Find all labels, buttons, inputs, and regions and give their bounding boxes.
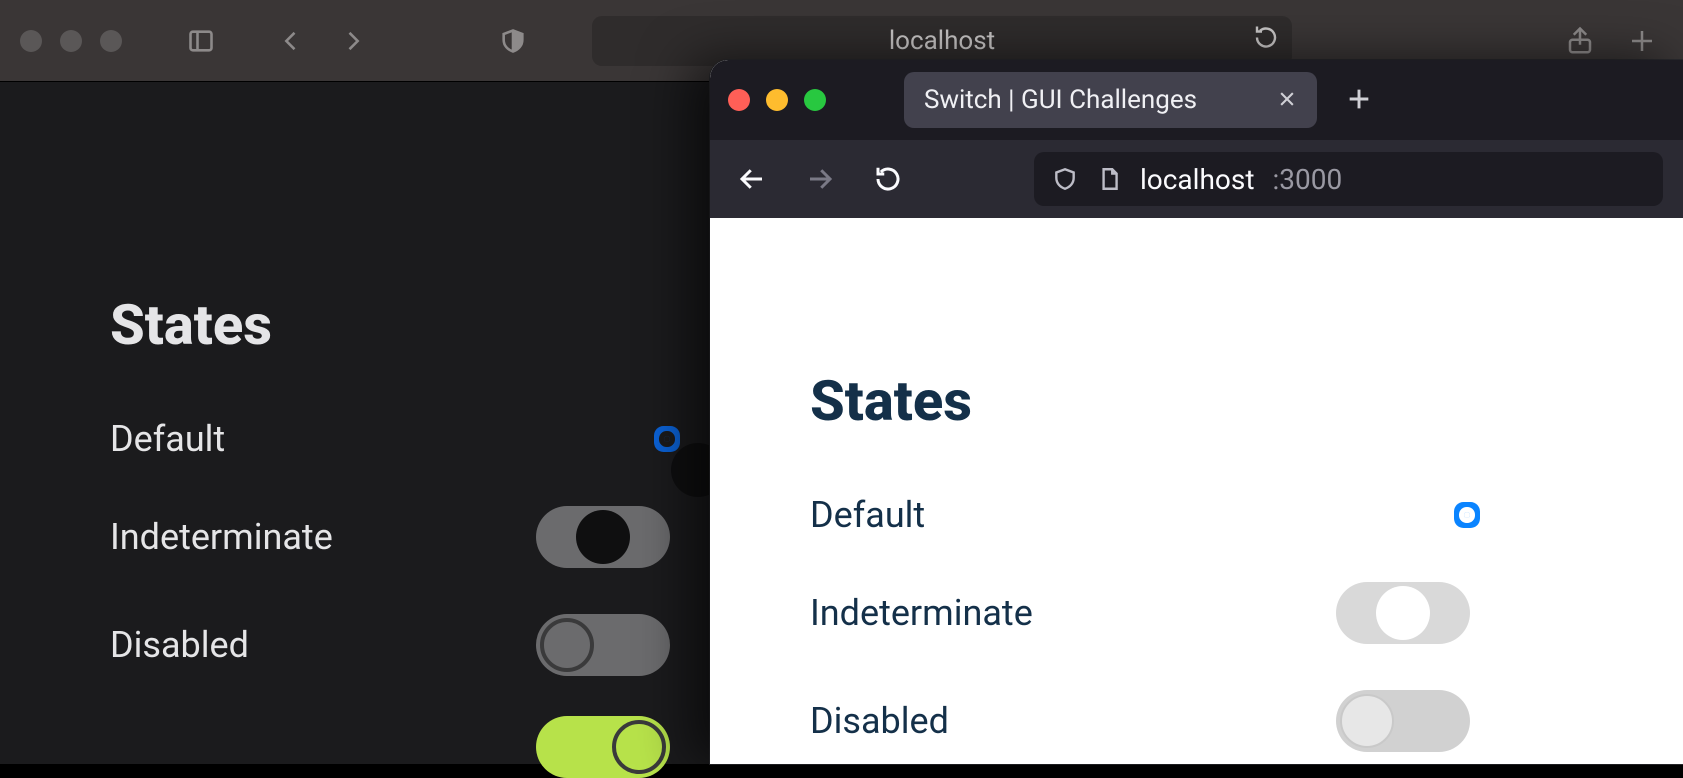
switch-thumb: [540, 618, 594, 672]
arrow-right-icon: [805, 164, 835, 194]
state-label: Disabled: [810, 700, 949, 742]
safari-newtab-button[interactable]: [1621, 20, 1663, 62]
safari-share-button[interactable]: [1559, 20, 1601, 62]
firefox-address-port: :3000: [1272, 163, 1342, 196]
close-icon: [1277, 89, 1297, 109]
state-row-default-dark: Default: [110, 418, 670, 460]
state-row-indeterminate-light: Indeterminate: [810, 582, 1470, 644]
safari-traffic-lights: [20, 30, 122, 52]
switch-disabled-dark: [536, 614, 670, 676]
safari-traffic-close[interactable]: [20, 30, 42, 52]
share-icon: [1565, 26, 1595, 56]
firefox-back-button[interactable]: [730, 157, 774, 201]
reload-icon: [1254, 25, 1278, 49]
safari-traffic-minimize[interactable]: [60, 30, 82, 52]
chevron-left-icon: [277, 27, 305, 55]
switch-thumb: [576, 510, 630, 564]
safari-traffic-zoom[interactable]: [100, 30, 122, 52]
safari-sidebar-button[interactable]: [180, 20, 222, 62]
firefox-tab-bar: Switch | GUI Challenges: [710, 60, 1683, 140]
state-row-indeterminate-dark: Indeterminate: [110, 506, 670, 568]
state-label: Default: [110, 418, 225, 460]
firefox-traffic-lights: [728, 89, 826, 111]
safari-address-bar[interactable]: localhost: [592, 16, 1292, 66]
switch-checked-dark: [536, 716, 670, 778]
state-row-default-light: Default: [810, 494, 1470, 536]
firefox-page-content: States Default Indeterminate Disabled: [710, 218, 1683, 764]
firefox-newtab-button[interactable]: [1345, 85, 1373, 116]
plus-icon: [1345, 85, 1373, 113]
safari-right-group: [1559, 20, 1663, 62]
safari-shield-button[interactable]: [492, 20, 534, 62]
arrow-left-icon: [737, 164, 767, 194]
switch-indeterminate-light[interactable]: [1336, 582, 1470, 644]
sidebar-icon: [187, 27, 215, 55]
firefox-address-bar[interactable]: localhost :3000: [1034, 152, 1663, 206]
firefox-traffic-zoom[interactable]: [804, 89, 826, 111]
safari-forward-button[interactable]: [332, 20, 374, 62]
chevron-right-icon: [339, 27, 367, 55]
firefox-tab-close-button[interactable]: [1277, 89, 1297, 112]
switch-thumb: [1340, 694, 1394, 748]
state-label: Default: [810, 494, 925, 536]
firefox-traffic-minimize[interactable]: [766, 89, 788, 111]
firefox-forward-button[interactable]: [798, 157, 842, 201]
firefox-reload-button[interactable]: [866, 157, 910, 201]
shield-half-icon: [499, 27, 527, 55]
firefox-window: Switch | GUI Challenges localhost :3000 S…: [710, 60, 1683, 764]
plus-icon: [1627, 26, 1657, 56]
firefox-address-host: localhost: [1140, 163, 1254, 196]
safari-reload-button[interactable]: [1254, 25, 1278, 56]
switch-disabled-light: [1336, 690, 1470, 752]
page-icon: [1096, 166, 1122, 192]
firefox-toolbar: localhost :3000: [710, 140, 1683, 218]
state-row-checked-dark: x: [110, 716, 670, 778]
safari-back-button[interactable]: [270, 20, 312, 62]
switch-focus-ring: [1464, 512, 1470, 518]
safari-nav-group: [270, 20, 374, 62]
safari-address-text: localhost: [889, 26, 995, 56]
firefox-tab-title: Switch | GUI Challenges: [924, 85, 1197, 115]
switch-thumb: [612, 720, 666, 774]
switch-indeterminate-dark[interactable]: [536, 506, 670, 568]
state-row-disabled-dark: Disabled: [110, 614, 670, 676]
switch-focus-ring: [664, 436, 670, 442]
shield-outline-icon: [1052, 166, 1078, 192]
reload-icon: [873, 164, 903, 194]
state-label: Indeterminate: [810, 592, 1033, 634]
states-heading-light: States: [810, 368, 1683, 434]
firefox-tab[interactable]: Switch | GUI Challenges: [904, 72, 1317, 128]
firefox-traffic-close[interactable]: [728, 89, 750, 111]
state-label: Indeterminate: [110, 516, 333, 558]
state-label: Disabled: [110, 624, 249, 666]
switch-thumb: [1471, 519, 1525, 573]
switch-thumb: [1376, 586, 1430, 640]
state-row-disabled-light: Disabled: [810, 690, 1470, 752]
